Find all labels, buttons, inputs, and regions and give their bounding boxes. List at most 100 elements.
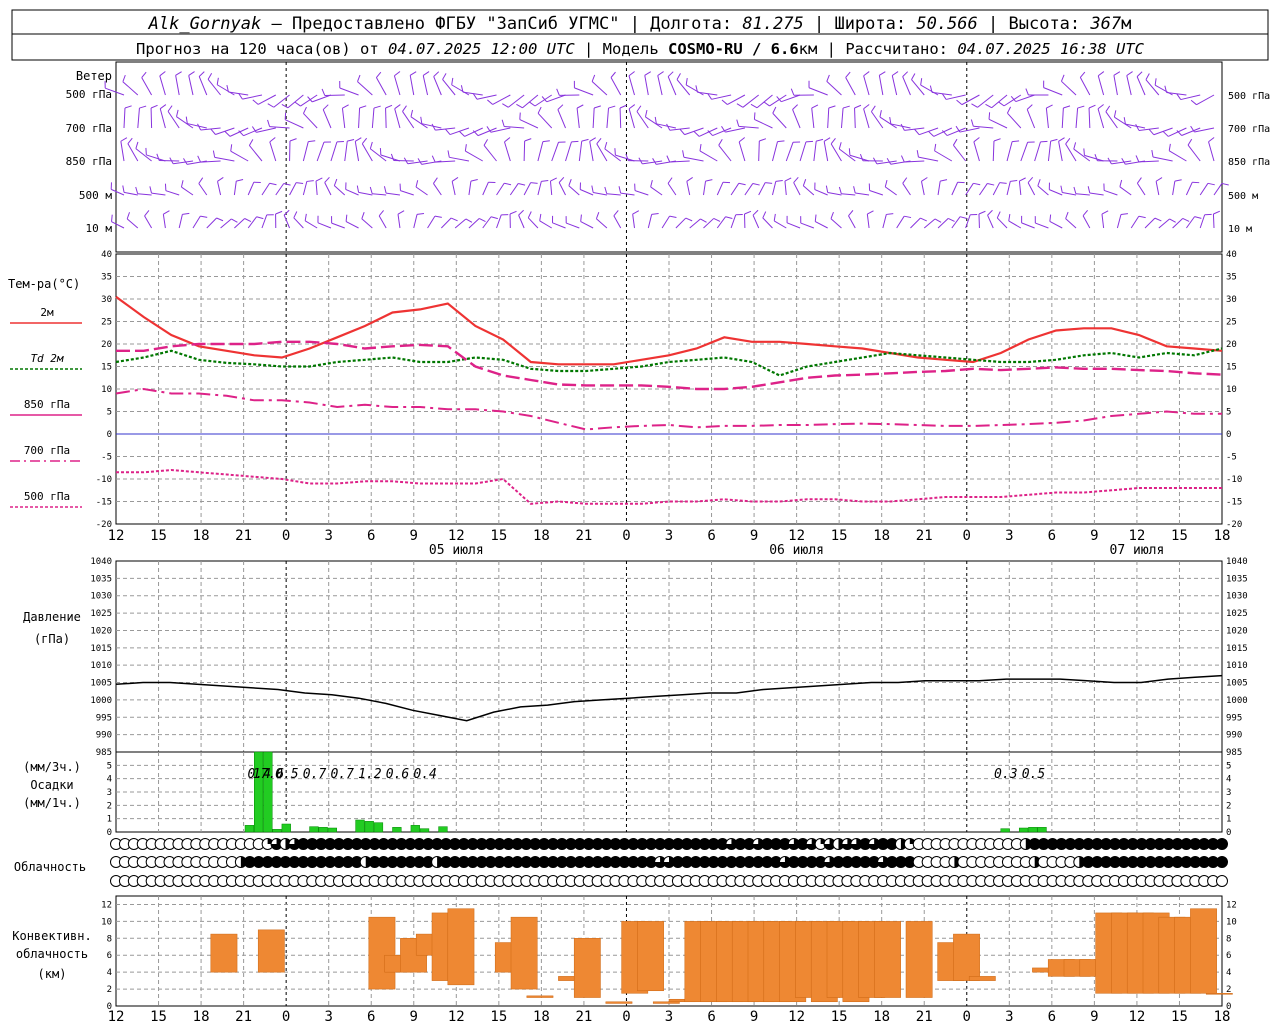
wind-barb [1116,214,1122,229]
wind-barb [394,108,401,129]
wind-barb [508,94,525,108]
wind-barb [159,75,166,96]
wind-barb [1006,181,1011,196]
wind-barb [537,181,542,196]
forecast-time: 04.07.2025 12:00 UTC [388,40,575,58]
cloud-symbol [1216,856,1228,868]
wind-barb [891,75,898,96]
wind-barb [413,214,418,229]
time-tick-temp: 15 [150,528,167,544]
wind-barb [826,81,842,96]
wind-barb [1097,75,1105,96]
wind-barb [742,94,759,108]
wind-barb-flag [738,182,746,186]
wind-barb [492,94,511,105]
wind-barb-flag [322,104,329,110]
wind-barb-flag [654,116,657,124]
precip-right-tick-label: 4 [1226,775,1231,785]
precip-bar [263,751,273,833]
wind-barb-flag [998,101,1005,107]
wind-barb-flag [900,123,905,131]
wind-barb [162,214,166,229]
wind-barb-flag [1113,110,1117,118]
wind-barb-flag [814,214,817,222]
wind-barb-flag [483,139,489,146]
wind-barb-flag [516,103,523,109]
wind-barb [504,141,511,162]
precip-unit-top: (мм/3ч.) [23,760,81,774]
wind-barb-flag [596,137,602,145]
wind-barb-flag [618,186,622,194]
wind-barb [1199,183,1209,196]
wind-barb [1212,213,1215,229]
wind-barb [289,182,297,196]
time-tick-bottom: 12 [108,1009,125,1024]
wind-barb-flag [417,158,423,165]
time-tick-bottom: 9 [410,1009,418,1024]
wind-barb [919,127,939,136]
wind-barb [1136,183,1146,196]
precip-bar [309,826,319,833]
pressure-left-tick-label: 1000 [90,696,112,706]
wind-barb-flag [518,182,526,186]
wind-barb-flag [1073,186,1077,194]
wind-barb [987,215,994,229]
wind-barb-flag [518,209,524,216]
wind-barb [661,215,670,229]
cloud-symbol [1216,875,1228,887]
wind-barb-flag [176,109,179,117]
wind-barb-flag [394,104,401,110]
time-tick-temp: 12 [1128,528,1145,544]
temp-left-tick-label: 15 [101,363,112,373]
wind-barb-flag [848,148,851,156]
wind-barb-flag [595,212,600,219]
wind-barb [882,214,887,229]
wind-barb-flag [527,211,532,219]
wind-barb [1168,150,1187,162]
wind-barb-flag [1083,148,1085,156]
wind-barb [650,186,663,196]
wind-barb-flag [902,177,908,184]
temp-right-tick-label: 10 [1226,385,1237,395]
wind-barb-flag [657,71,664,76]
lon-label: Долгота: [650,14,732,34]
wind-barb [449,156,470,162]
wind-barb-flag [361,212,365,219]
wind-barb-flag [122,74,126,82]
conv-right-tick-label: 6 [1226,951,1231,961]
wind-barb-flag [667,71,674,77]
pressure-title: Давление [23,610,81,624]
wind-right-level-label: 850 гПа [1228,157,1270,168]
wind-barb [370,148,387,162]
wind-barb [397,214,401,229]
wind-barb-flag [308,140,316,143]
wind-barb-flag [802,179,807,186]
wind-barb-flag [952,138,958,146]
wind-barb [1035,222,1049,229]
wind-barb-flag [889,116,892,125]
wind-barb [863,108,870,129]
wind-barb-flag [1026,104,1033,110]
wind-barb [937,218,949,229]
wind-barb-flag [537,106,542,114]
time-tick-bottom: 3 [324,1009,332,1024]
wind-barb [415,186,428,196]
wind-barb [699,150,718,162]
forecast-prefix: Прогноз на 120 часа(ов) от [136,40,379,58]
wind-barb-flag [921,177,928,182]
conv-bar [526,995,554,998]
wind-barb-flag [315,177,323,182]
wind-barb-flag [182,212,190,215]
wind-barb-flag [826,74,830,82]
wind-barb [920,181,925,196]
wind-barb [1155,181,1160,196]
conv-bar [637,921,664,992]
wind-barb [644,75,649,96]
calc-label: Рассчитано: [845,40,948,58]
wind-barb-flag [397,210,405,215]
conv-left-tick-label: 8 [107,934,112,944]
precip-bar [419,828,430,833]
wind-barb [979,183,988,196]
wind-barb-flag [501,119,505,127]
wind-barb [483,145,497,162]
